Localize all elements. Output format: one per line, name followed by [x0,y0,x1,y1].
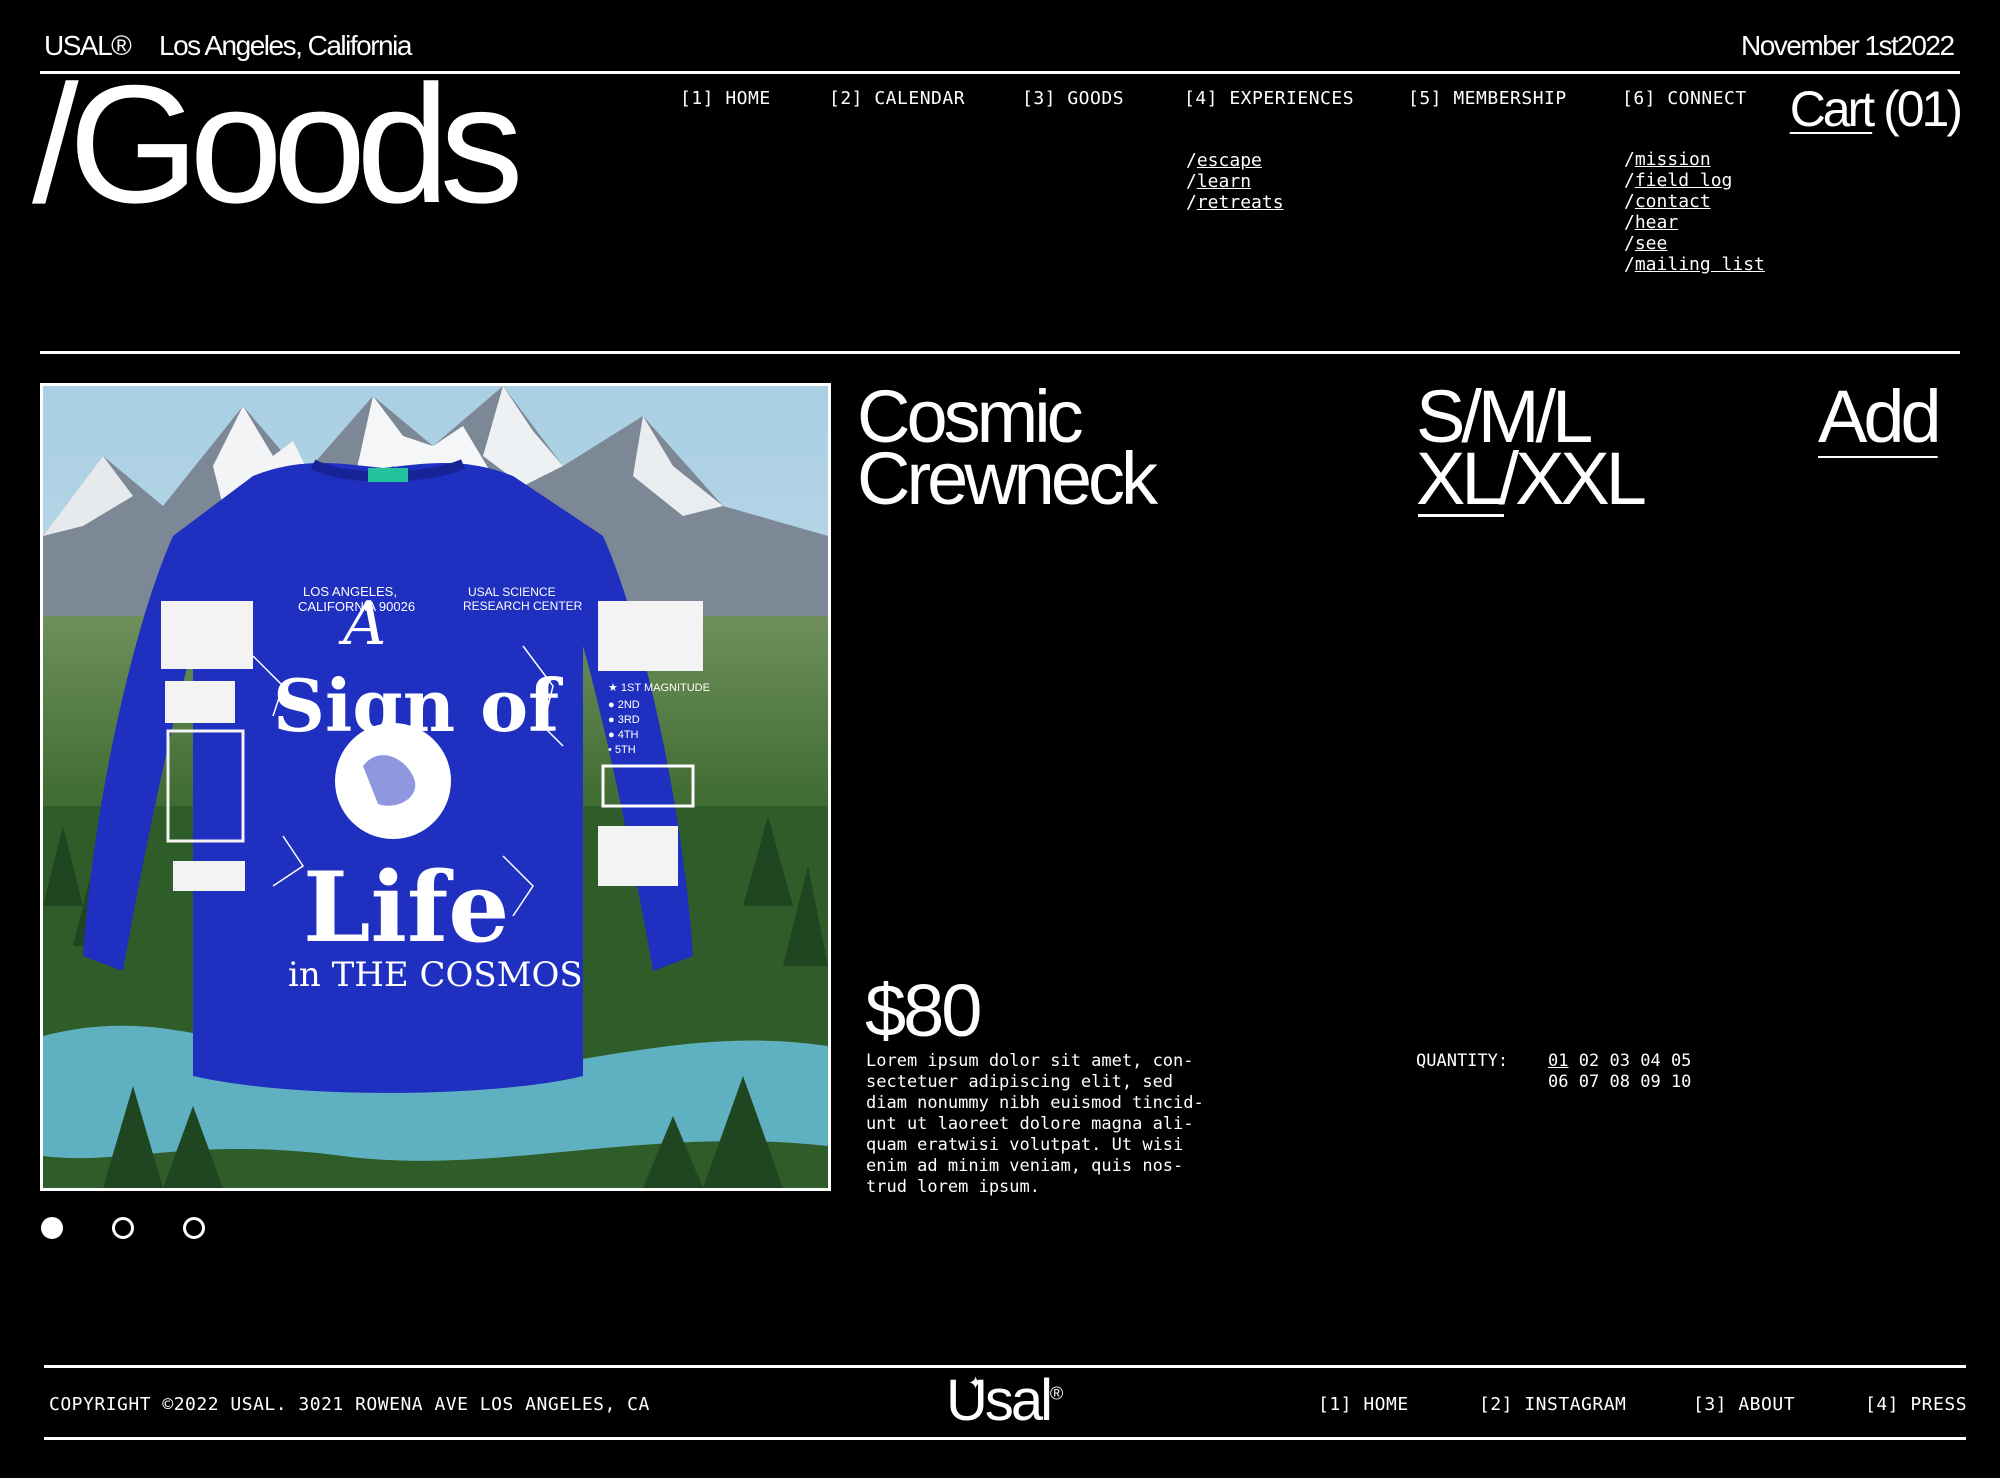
footer-link-about[interactable]: [3] ABOUT [1693,1394,1795,1415]
quantity-option-09[interactable]: 09 [1640,1072,1660,1092]
quantity-option-10[interactable]: 10 [1671,1072,1691,1092]
product-photo-illustration: A Sign of Life in THE COSMOS LOS ANGELES… [43,386,828,1188]
nav-home[interactable]: [1] HOME [680,88,771,109]
submenu-item-retreats[interactable]: /retreats [1186,192,1284,213]
selected-size-underline [1418,514,1504,517]
footer-link-instagram[interactable]: [2] INSTAGRAM [1479,1394,1626,1415]
cart-count: (01) [1883,81,1963,137]
svg-text:USAL SCIENCE: USAL SCIENCE [468,585,556,599]
nav-connect[interactable]: [6] CONNECT [1622,88,1747,109]
size-selector: S/M/L XL/XXL [1416,380,1647,517]
product-image[interactable]: A Sign of Life in THE COSMOS LOS ANGELES… [40,383,831,1191]
footer-link-home[interactable]: [1] HOME [1318,1394,1409,1415]
nav-membership[interactable]: [5] MEMBERSHIP [1408,88,1567,109]
page-title: /Goods [32,50,524,238]
submenu-item-learn[interactable]: /learn [1186,171,1284,192]
quantity-option-06[interactable]: 06 [1548,1072,1568,1092]
carousel-dot-3[interactable] [183,1217,205,1239]
footer-bottom-divider [44,1437,1966,1440]
connect-submenu: /mission /field log /contact /hear /see … [1624,149,1765,275]
date-text: November 1st2022 [1741,30,1955,61]
cart-button[interactable]: Cart (01) [1789,80,1963,138]
submenu-item-mission[interactable]: /mission [1624,149,1765,170]
sizes-line2[interactable]: XL/XXL [1416,442,1647,517]
nav-experiences[interactable]: [4] EXPERIENCES [1184,88,1354,109]
product-name-line2: Crewneck [857,437,1158,520]
add-to-cart-button[interactable]: Add [1818,380,1942,454]
carousel-dot-2[interactable] [112,1217,134,1239]
svg-text:in THE COSMOS: in THE COSMOS [288,955,583,995]
footer-copyright: COPYRIGHT ©2022 USAL. 3021 ROWENA AVE LO… [49,1394,650,1415]
product-price: $80 [865,969,982,1052]
svg-text:● 4TH: ● 4TH [608,729,639,741]
svg-text:• 5TH: • 5TH [608,744,636,756]
star-icon: ✦ [968,1373,984,1393]
experiences-submenu: /escape /learn /retreats [1186,150,1284,213]
nav-goods[interactable]: [3] GOODS [1022,88,1124,109]
quantity-selector: 01 02 03 04 05 06 07 08 09 10 [1548,1051,1691,1093]
svg-text:RESEARCH CENTER: RESEARCH CENTER [463,599,583,613]
cart-label: Cart [1789,81,1875,137]
product-name: Cosmic Crewneck [857,380,1158,520]
svg-text:Life: Life [303,851,509,964]
submenu-item-escape[interactable]: /escape [1186,150,1284,171]
svg-text:● 2ND: ● 2ND [608,699,640,711]
quantity-option-03[interactable]: 03 [1609,1051,1629,1071]
svg-text:★ 1ST MAGNITUDE: ★ 1ST MAGNITUDE [608,682,710,694]
quantity-option-04[interactable]: 04 [1640,1051,1660,1071]
quantity-label: QUANTITY: [1416,1051,1509,1071]
submenu-item-contact[interactable]: /contact [1624,191,1765,212]
footer-logo-text: Usal [946,1368,1053,1433]
quantity-option-07[interactable]: 07 [1579,1072,1599,1092]
quantity-option-05[interactable]: 05 [1671,1051,1691,1071]
quantity-option-08[interactable]: 08 [1609,1072,1629,1092]
quantity-option-02[interactable]: 02 [1579,1051,1599,1071]
footer-logo-mark: ® [1050,1383,1063,1404]
quantity-option-01[interactable]: 01 [1548,1051,1568,1071]
header-divider [40,351,1960,354]
footer-logo[interactable]: Usal® [946,1372,1063,1430]
product-description: Lorem ipsum dolor sit amet, con- sectetu… [866,1051,1204,1197]
svg-text:CALIFORNIA 90026: CALIFORNIA 90026 [298,599,415,614]
submenu-item-mailing-list[interactable]: /mailing list [1624,254,1765,275]
carousel-dot-1[interactable] [41,1217,63,1239]
footer-link-press[interactable]: [4] PRESS [1865,1394,1967,1415]
nav-calendar[interactable]: [2] CALENDAR [829,88,965,109]
svg-text:● 3RD: ● 3RD [608,714,640,726]
submenu-item-hear[interactable]: /hear [1624,212,1765,233]
submenu-item-see[interactable]: /see [1624,233,1765,254]
svg-text:LOS ANGELES,: LOS ANGELES, [303,584,397,599]
submenu-item-field-log[interactable]: /field log [1624,170,1765,191]
